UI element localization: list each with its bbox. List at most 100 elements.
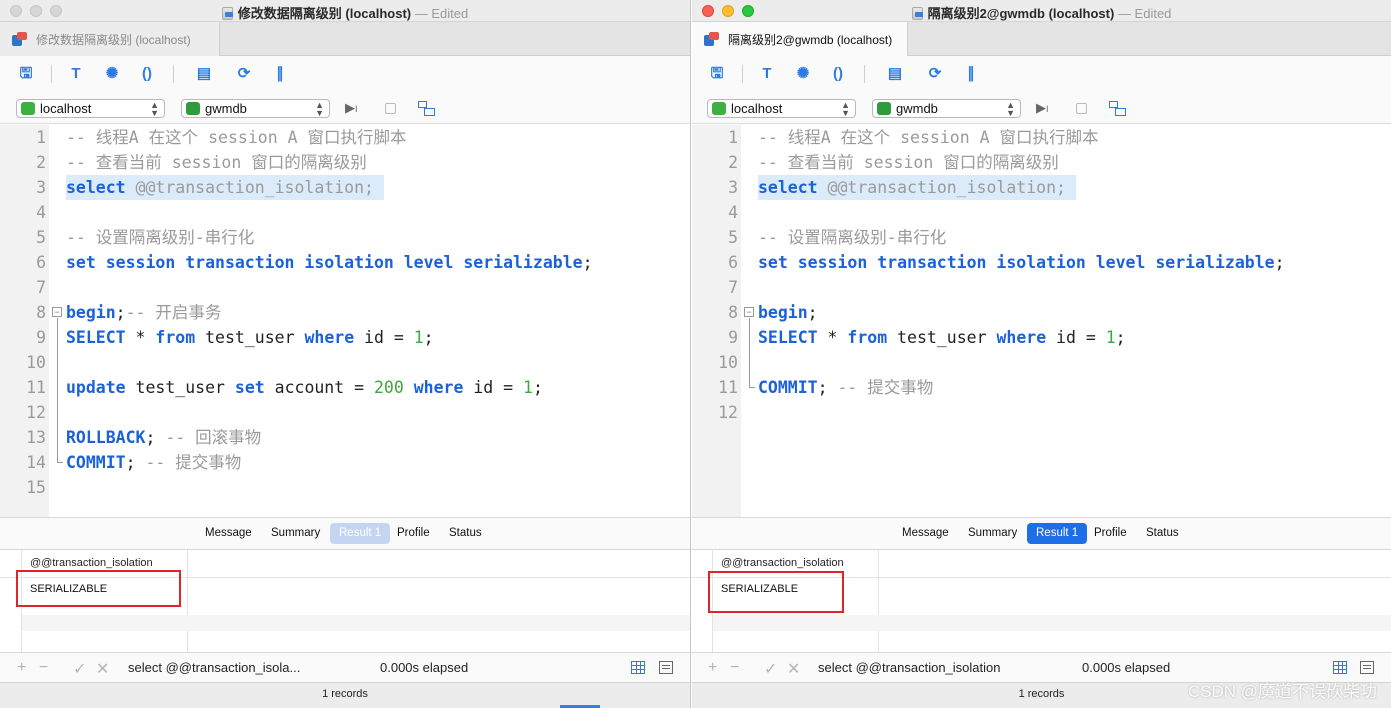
query-tab[interactable]: 隔离级别2@gwmdb (localhost) — [692, 22, 908, 56]
form-view-icon[interactable] — [1360, 661, 1374, 674]
code-line[interactable]: 14 COMMIT; -- 提交事物 — [0, 450, 690, 475]
sql-keyword: select — [66, 178, 126, 197]
chevron-updown-icon: ▲ ▼ — [841, 100, 850, 118]
explain-icon[interactable] — [418, 101, 435, 116]
discard-icon[interactable]: ✕ — [787, 659, 800, 679]
result-tab-result-1[interactable]: Result 1 — [1027, 523, 1088, 544]
grid-view-icon[interactable] — [631, 661, 645, 674]
chart-icon[interactable]: ∥ — [962, 65, 980, 83]
code-line[interactable]: 9 SELECT * from test_user where id = 1; — [0, 325, 690, 350]
line-number: 5 — [36, 228, 46, 247]
result-tab-summary[interactable]: Summary — [262, 523, 329, 544]
code-line[interactable]: 15 — [0, 475, 690, 500]
result-tab-profile[interactable]: Profile — [1085, 523, 1136, 544]
fold-toggle-icon[interactable]: − — [52, 307, 62, 317]
save-icon[interactable]: 🖫 — [708, 65, 726, 83]
grid-view-icon[interactable] — [1333, 661, 1347, 674]
line-number: 8 — [728, 303, 738, 322]
line-number: 3 — [728, 178, 738, 197]
right-titlebar: 隔离级别2@gwmdb (localhost) — Edited — [692, 0, 1391, 22]
add-icon[interactable]: + — [708, 659, 717, 677]
remove-icon[interactable]: − — [730, 659, 739, 677]
export-icon[interactable]: ⟳ — [926, 65, 944, 83]
code-line[interactable]: 7 — [0, 275, 690, 300]
explain-icon[interactable] — [1109, 101, 1126, 116]
code-line[interactable]: 3 select @@transaction_isolation; — [0, 175, 690, 200]
result-tab-profile[interactable]: Profile — [388, 523, 439, 544]
sql-keyword: SELECT — [66, 328, 126, 347]
line-number: 9 — [36, 328, 46, 347]
form-view-icon[interactable] — [659, 661, 673, 674]
code-line[interactable]: 1 -- 线程A 在这个 session A 窗口执行脚本 — [0, 125, 690, 150]
code-line[interactable]: 8 begin;-- 开启事务 — [0, 300, 690, 325]
text-file-icon[interactable]: ▤ — [195, 65, 213, 83]
code-line[interactable]: 10 — [692, 350, 1391, 375]
code-line[interactable]: 3 select @@transaction_isolation; — [692, 175, 1391, 200]
code-line[interactable]: 6 set session transaction isolation level… — [0, 250, 690, 275]
sql-token: ; — [125, 453, 146, 472]
apply-icon[interactable]: ✓ — [764, 659, 777, 679]
sql-keyword: SELECT — [758, 328, 818, 347]
sql-keyword: from — [847, 328, 888, 347]
code-line[interactable]: 12 — [0, 400, 690, 425]
code-line[interactable]: 4 — [692, 200, 1391, 225]
code-line[interactable]: 1 -- 线程A 在这个 session A 窗口执行脚本 — [692, 125, 1391, 150]
code-line[interactable]: 9 SELECT * from test_user where id = 1; — [692, 325, 1391, 350]
save-icon[interactable]: 🖫 — [17, 65, 35, 83]
result-tab-status[interactable]: Status — [440, 523, 491, 544]
database-select[interactable]: gwmdb ▲ ▼ — [181, 99, 330, 118]
result-tab-result-1[interactable]: Result 1 — [330, 523, 391, 544]
beautify-icon[interactable]: ✺ — [103, 65, 121, 83]
code-line[interactable]: 10 — [0, 350, 690, 375]
result-tab-summary[interactable]: Summary — [959, 523, 1026, 544]
query-tab[interactable]: 修改数据隔离级别 (localhost) — [0, 22, 220, 56]
code-text: -- 线程A 在这个 session A 窗口执行脚本 — [66, 125, 406, 150]
code-line[interactable]: 13 ROLLBACK; -- 回滚事物 — [0, 425, 690, 450]
code-line[interactable]: 2 -- 查看当前 session 窗口的隔离级别 — [692, 150, 1391, 175]
connection-select[interactable]: localhost ▲ ▼ — [707, 99, 856, 118]
format-icon[interactable]: T — [67, 65, 85, 83]
remove-icon[interactable]: − — [39, 659, 48, 677]
code-line[interactable]: 6 set session transaction isolation level… — [692, 250, 1391, 275]
line-number: 10 — [26, 353, 46, 372]
code-line[interactable]: 2 -- 查看当前 session 窗口的隔离级别 — [0, 150, 690, 175]
sql-token: * — [125, 328, 156, 347]
code-text: -- 设置隔离级别-串行化 — [758, 225, 946, 250]
parentheses-icon[interactable]: () — [138, 65, 156, 83]
add-icon[interactable]: + — [17, 659, 26, 677]
result-tab-status[interactable]: Status — [1137, 523, 1188, 544]
export-icon[interactable]: ⟳ — [235, 65, 253, 83]
code-text: SELECT * from test_user where id = 1; — [66, 325, 434, 350]
stop-icon[interactable] — [385, 103, 396, 114]
code-line[interactable]: 5 -- 设置隔离级别-串行化 — [0, 225, 690, 250]
sql-token: ; — [1115, 328, 1126, 347]
database-select[interactable]: gwmdb ▲ ▼ — [872, 99, 1021, 118]
code-line[interactable]: 5 -- 设置隔离级别-串行化 — [692, 225, 1391, 250]
text-file-icon[interactable]: ▤ — [886, 65, 904, 83]
code-text: select @@transaction_isolation; — [758, 175, 1076, 200]
chart-icon[interactable]: ∥ — [271, 65, 289, 83]
beautify-icon[interactable]: ✺ — [794, 65, 812, 83]
code-line[interactable]: 12 — [692, 400, 1391, 425]
sql-editor[interactable]: 1 -- 线程A 在这个 session A 窗口执行脚本 2 -- 查看当前 ses… — [692, 125, 1391, 517]
fold-toggle-icon[interactable]: − — [744, 307, 754, 317]
run-icon[interactable]: ▶I — [345, 100, 358, 116]
apply-icon[interactable]: ✓ — [73, 659, 86, 679]
result-tab-message[interactable]: Message — [196, 523, 261, 544]
sql-editor[interactable]: 1 -- 线程A 在这个 session A 窗口执行脚本 2 -- 查看当前 ses… — [0, 125, 690, 517]
stop-icon[interactable] — [1076, 103, 1087, 114]
code-line[interactable]: 11 update test_user set account = 200 whe… — [0, 375, 690, 400]
discard-icon[interactable]: ✕ — [96, 659, 109, 679]
code-line[interactable]: 8 begin; — [692, 300, 1391, 325]
code-line[interactable]: 7 — [692, 275, 1391, 300]
code-line[interactable]: 11 COMMIT; -- 提交事物 — [692, 375, 1391, 400]
connection-select[interactable]: localhost ▲ ▼ — [16, 99, 165, 118]
parentheses-icon[interactable]: () — [829, 65, 847, 83]
format-icon[interactable]: T — [758, 65, 776, 83]
sql-token: test_user — [887, 328, 997, 347]
code-text: begin; — [758, 300, 818, 325]
sql-comment: -- 设置隔离级别-串行化 — [758, 228, 947, 247]
run-icon[interactable]: ▶I — [1036, 100, 1049, 116]
code-line[interactable]: 4 — [0, 200, 690, 225]
result-tab-message[interactable]: Message — [893, 523, 958, 544]
